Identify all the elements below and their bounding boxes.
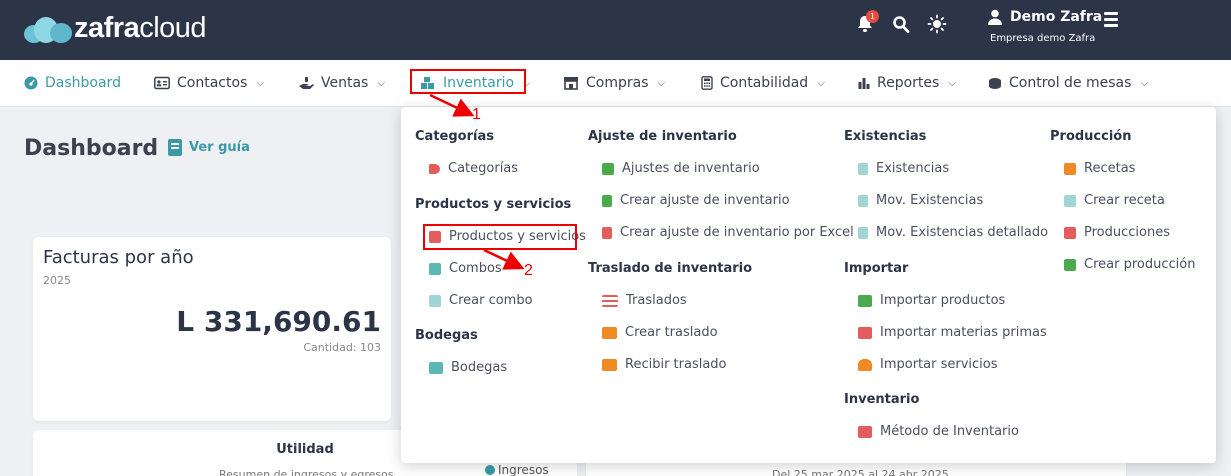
nav-reportes[interactable]: Reportes ⌵ [858,74,956,92]
profit-legend[interactable]: Ingresos [485,463,549,476]
heading-ajuste: Ajuste de inventario [588,129,737,144]
nav-ventas[interactable]: Ventas ⌵ [298,74,385,92]
main-nav: Dashboard Contactos ⌵ Ventas ⌵ Inventario ⌵… [0,60,1231,107]
user-name: Demo Zafra [1010,9,1103,25]
chart-icon [858,78,870,89]
nav-contactos[interactable]: Contactos ⌵ [154,74,264,92]
menu-importar-materias[interactable]: Importar materias primas [858,325,1047,340]
legend-dot-icon [485,465,495,475]
heading-importar: Importar [844,261,909,276]
heading-existencias: Existencias [844,129,927,144]
menu-ajustes-inventario[interactable]: Ajustes de inventario [602,161,760,176]
invoices-year: 2025 [43,274,71,287]
page-title: Dashboard [24,136,159,161]
file-plus-icon [429,294,441,307]
sales-icon [299,77,314,89]
inventario-dropdown: Categorías Categorías Productos y servic… [401,107,1216,463]
menu-recetas[interactable]: Recetas [1064,161,1135,176]
logo-text: zafracloud [74,12,207,44]
heading-bodegas: Bodegas [415,328,478,343]
heading-categorias: Categorías [415,129,494,144]
menu-traslados[interactable]: Traslados [602,293,687,308]
step-number-2: 2 [524,262,533,279]
nav-dashboard[interactable]: Dashboard [24,74,121,92]
menu-categorias[interactable]: Categorías [429,161,518,176]
user-icon [988,9,1002,25]
clipboard-icon [858,226,868,239]
zafracloud-logo[interactable]: zafracloud [24,12,207,45]
invoices-card: Facturas por año 2025 L 331,690.61 Canti… [33,237,391,421]
dolly-icon [602,358,617,371]
store-icon [564,77,578,90]
theme-sun-icon[interactable] [927,14,949,36]
menu-crear-receta[interactable]: Crear receta [1064,193,1165,208]
step-number-1: 1 [472,106,481,123]
heading-productos: Productos y servicios [415,197,572,212]
contacts-icon [154,76,170,90]
hand-boxes-icon [858,326,872,339]
list-icon [602,294,618,307]
menu-crear-produccion[interactable]: Crear producción [1064,257,1195,272]
notebook-excel-icon [602,226,612,239]
menu-combos[interactable]: Combos [429,261,502,276]
menu-crear-traslado[interactable]: Crear traslado [602,325,718,340]
period-subtitle: Del 25 mar 2025 al 24 abr 2025 [772,468,949,476]
search-icon[interactable] [892,14,914,36]
user-menu[interactable]: Demo Zafra Empresa demo Zafra [988,9,1102,44]
guide-link[interactable]: Ver guía [168,139,250,156]
file-plus-icon [1064,194,1076,207]
highlight-inventario [410,69,526,94]
menu-crear-ajuste[interactable]: Crear ajuste de inventario [602,193,790,208]
warehouse-icon [429,361,443,374]
clipboard-icon [858,162,868,175]
book-icon [168,139,182,156]
map-icon [429,262,441,275]
menu-bodegas[interactable]: Bodegas [429,360,507,375]
menu-existencias[interactable]: Existencias [858,161,949,176]
notebook-icon [602,194,612,207]
dashboard-icon [24,76,38,90]
heading-produccion: Producción [1050,129,1132,144]
tag-icon [429,163,440,174]
cloud-logo-icon [24,13,72,45]
nav-control-mesas[interactable]: Control de mesas ⌵ [988,74,1148,92]
invoices-amount: L 331,690.61 [176,305,381,338]
heading-inventario: Inventario [844,392,920,407]
file-plus-icon [1064,258,1076,271]
table-icon [989,78,1001,89]
toolbox-icon [1064,226,1076,239]
menu-recibir-traslado[interactable]: Recibir traslado [602,357,727,372]
invoices-title: Facturas por año [43,247,194,268]
truck-icon [602,326,617,339]
boxes-icon [858,294,872,307]
nav-contabilidad[interactable]: Contabilidad ⌵ [701,74,825,92]
company-name: Empresa demo Zafra [990,33,1096,44]
invoices-quantity: Cantidad: 103 [303,341,381,354]
highlight-productos-servicios [423,224,577,250]
list-alt-icon [1064,162,1076,175]
heading-traslado: Traslado de inventario [588,261,753,276]
calculator-icon [701,76,713,90]
user-gear-icon [858,358,872,371]
menu-importar-servicios[interactable]: Importar servicios [858,357,998,372]
clipboard-icon [858,194,868,207]
menu-crear-combo[interactable]: Crear combo [429,293,533,308]
menu-importar-productos[interactable]: Importar productos [858,293,1005,308]
notification-badge: 1 [866,10,879,23]
profit-subtitle: Resumen de ingresos y egresos [219,468,394,476]
menu-mov-existencias[interactable]: Mov. Existencias [858,193,983,208]
dolly-flatbed-icon [858,425,872,438]
nav-compras[interactable]: Compras ⌵ [563,74,665,92]
menu-crear-ajuste-excel[interactable]: Crear ajuste de inventario por Excel [602,225,854,240]
menu-mov-existencias-detallado[interactable]: Mov. Existencias detallado [858,225,1048,240]
menu-producciones[interactable]: Producciones [1064,225,1170,240]
top-header: zafracloud 1 Demo Zafra Empresa demo Zaf… [0,0,1231,60]
menu-metodo-inventario[interactable]: Método de Inventario [858,424,1019,439]
hamburger-menu-icon[interactable] [1104,12,1118,30]
notification-bell-icon[interactable]: 1 [856,10,879,36]
boxes-icon [602,162,614,175]
